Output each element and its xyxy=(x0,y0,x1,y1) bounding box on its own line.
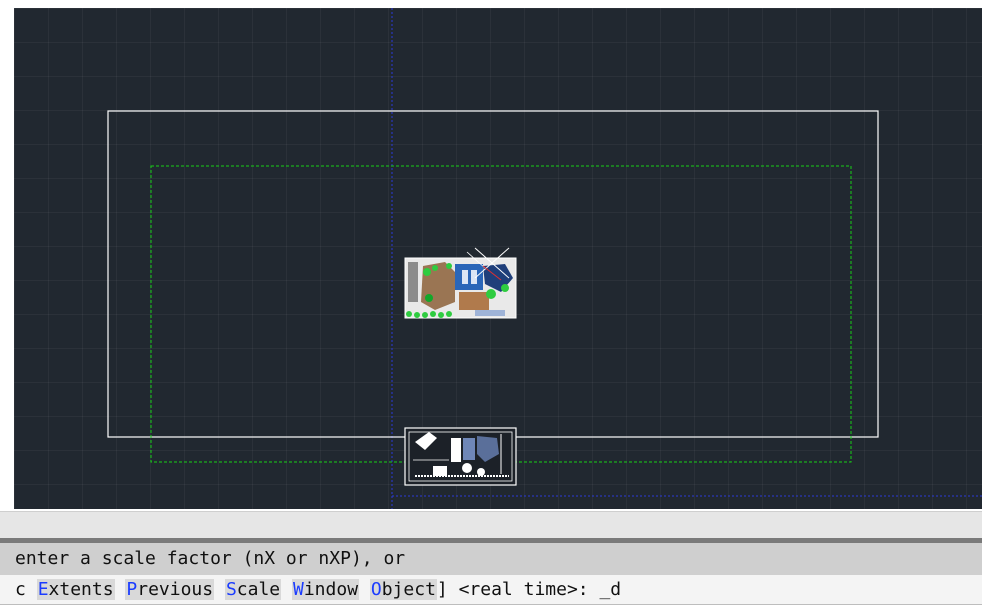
option-scale[interactable]: Scale xyxy=(224,579,282,600)
command-window-scroll-area[interactable] xyxy=(0,511,982,539)
command-prompt-suffix: ] <real time>: xyxy=(436,579,600,600)
option-object[interactable]: Object xyxy=(369,579,437,600)
command-history-text: enter a scale factor (nX or nXP), or xyxy=(15,548,406,569)
floor-plan-drawing-icon[interactable] xyxy=(404,247,517,319)
option-extents[interactable]: Extents xyxy=(36,579,115,600)
cad-application: enter a scale factor (nX or nXP), or c E… xyxy=(0,0,982,611)
floor-plan-drawing-icon[interactable] xyxy=(404,427,517,486)
drawing-canvas[interactable] xyxy=(14,8,982,509)
command-history-line: enter a scale factor (nX or nXP), or xyxy=(0,543,982,575)
option-previous[interactable]: Previous xyxy=(125,579,215,600)
drawing-svg xyxy=(107,8,982,509)
command-prompt-prefix: c xyxy=(15,579,26,600)
command-input[interactable]: _d xyxy=(599,579,621,600)
command-prompt-line[interactable]: c Extents Previous Scale Window Object] … xyxy=(0,575,982,605)
option-window[interactable]: Window xyxy=(292,579,360,600)
